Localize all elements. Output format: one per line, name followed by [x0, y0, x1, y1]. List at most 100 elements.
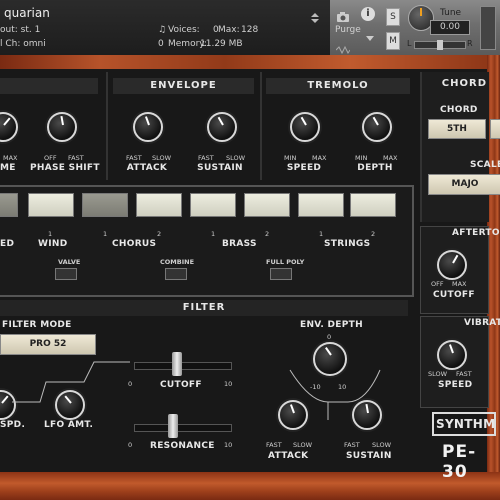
wood-trim-top — [0, 55, 500, 69]
pan-slider[interactable] — [414, 40, 466, 50]
filter-sustain-knob[interactable] — [352, 400, 382, 430]
instrument-name[interactable]: quarian — [4, 6, 50, 20]
aftertouch-label: AFTERTO — [452, 228, 500, 238]
filter-sustain-max-label: SLOW — [372, 441, 392, 449]
env-depth-label: ENV. DEPTH — [300, 320, 363, 330]
tremolo-speed-knob[interactable] — [290, 112, 320, 142]
filter-attack-knob[interactable] — [278, 400, 308, 430]
attack-max-label: SLOW — [152, 154, 172, 162]
phase-shift-max-label: FAST — [68, 154, 84, 162]
aftertouch-cutoff-knob[interactable] — [437, 250, 467, 280]
attack-min-label: FAST — [126, 154, 142, 162]
resonance-scale-min: 0 — [128, 441, 133, 449]
chord-panel — [420, 72, 489, 222]
resonance-fader[interactable] — [134, 424, 232, 432]
wood-trim-bottom — [0, 472, 500, 500]
filter-attack-min-label: FAST — [266, 441, 282, 449]
voice-group-label: WIND — [38, 239, 68, 249]
aftertouch-cutoff-label: CUTOFF — [433, 290, 475, 300]
combine-switch[interactable] — [165, 268, 187, 280]
brand-badge: SYNTHM — [432, 412, 496, 436]
tremolo-speed-max-label: MAX — [312, 154, 327, 162]
tune-value: 0.00 — [439, 22, 461, 32]
purge-button[interactable]: Purge — [335, 25, 361, 35]
phase-shift-min-label: OFF — [44, 154, 57, 162]
max-voices-value[interactable]: 128 — [241, 25, 258, 35]
tune-value-field[interactable]: 0.00 — [430, 20, 470, 35]
full-poly-switch-label: FULL POLY — [266, 258, 305, 266]
voice-num: 2 — [371, 230, 376, 238]
cutoff-label: CUTOFF — [160, 380, 202, 390]
filter-sustain-label: SUSTAIN — [346, 451, 392, 461]
filter-sustain-min-label: FAST — [344, 441, 360, 449]
section-header-left — [0, 78, 98, 94]
tremolo-depth-min-label: MIN — [355, 154, 368, 162]
vibrato-speed-knob[interactable] — [437, 340, 467, 370]
voice-group-label: STRINGS — [324, 239, 371, 249]
resonance-label: RESONANCE — [150, 441, 215, 451]
voice-button-strings-2[interactable] — [350, 193, 396, 217]
camera-icon[interactable] — [336, 8, 350, 22]
instrument-header: quarian out: st. 1 l Ch: omni ♫ Voices: … — [0, 0, 500, 55]
tremolo-depth-knob[interactable] — [362, 112, 392, 142]
resonance-scale-max: 10 — [224, 441, 233, 449]
volume-meter — [480, 6, 496, 50]
volume-label: ME — [0, 163, 16, 173]
voice-button-chorus-1[interactable] — [82, 193, 128, 217]
tremolo-speed-min-label: MIN — [284, 154, 297, 162]
solo-button[interactable]: S — [386, 8, 400, 26]
pan-left-label: L — [407, 39, 412, 48]
lfo-speed-label: SPD. — [0, 420, 26, 430]
sustain-knob[interactable] — [207, 112, 237, 142]
chord-next-button[interactable] — [490, 119, 500, 139]
phase-shift-knob[interactable] — [47, 112, 77, 142]
cutoff-fader[interactable] — [134, 362, 232, 370]
divider — [260, 72, 262, 180]
valve-switch[interactable] — [55, 268, 77, 280]
max-label: Max: — [218, 25, 240, 35]
divider — [106, 72, 108, 180]
attack-knob[interactable] — [133, 112, 163, 142]
voice-button-brass-2[interactable] — [244, 193, 290, 217]
volume-max-label: MAX — [3, 154, 18, 162]
full-poly-switch[interactable] — [270, 268, 292, 280]
sustain-label: SUSTAIN — [197, 163, 243, 173]
voice-button-strings-1[interactable] — [298, 193, 344, 217]
pan-right-label: R — [467, 39, 473, 48]
sustain-min-label: FAST — [198, 154, 214, 162]
voice-num: 1 — [211, 230, 216, 238]
valve-switch-label: VALVE — [58, 258, 81, 266]
voice-button-chorus-2[interactable] — [136, 193, 182, 217]
vibrato-min-label: SLOW — [428, 370, 448, 378]
info-icon[interactable]: i — [361, 7, 375, 21]
voices-icon: ♫ — [158, 25, 167, 35]
brand-model-label: PE-30 — [442, 442, 477, 482]
midi-channel-label[interactable]: l Ch: omni — [0, 39, 46, 49]
dropdown-arrows-icon[interactable] — [310, 8, 320, 23]
chord-5th-button[interactable]: 5TH — [428, 119, 486, 139]
voice-button-wind[interactable] — [28, 193, 74, 217]
filter-mode-selector[interactable]: PRO 52 — [0, 334, 96, 355]
voice-button-0[interactable] — [0, 193, 18, 217]
scale-selector[interactable]: MAJO — [428, 174, 500, 195]
cutoff-scale-min: 0 — [128, 380, 133, 388]
voice-group-label: ED — [0, 239, 15, 249]
mute-button[interactable]: M — [386, 32, 400, 50]
voices-label: Voices: — [168, 25, 200, 35]
memory-value-zero: 0 — [158, 39, 164, 49]
resonance-fader-handle[interactable] — [168, 414, 178, 438]
voice-button-brass-1[interactable] — [190, 193, 236, 217]
brand-synth-label: SYNTHM — [436, 417, 496, 431]
tremolo-depth-max-label: MAX — [383, 154, 398, 162]
purge-dropdown-icon[interactable] — [366, 27, 374, 41]
cutoff-fader-handle[interactable] — [172, 352, 182, 376]
tremolo-speed-label: SPEED — [286, 163, 322, 173]
voice-group-label: CHORUS — [112, 239, 157, 249]
output-label[interactable]: out: st. 1 — [0, 25, 40, 35]
scale-label: SCALE — [470, 160, 500, 170]
aftertouch-min-label: OFF — [431, 280, 444, 288]
section-header-tremolo: TREMOLO — [266, 78, 410, 94]
section-header-chord: CHORD — [441, 78, 487, 89]
voice-group-label: BRASS — [222, 239, 257, 249]
voice-num: 2 — [265, 230, 270, 238]
